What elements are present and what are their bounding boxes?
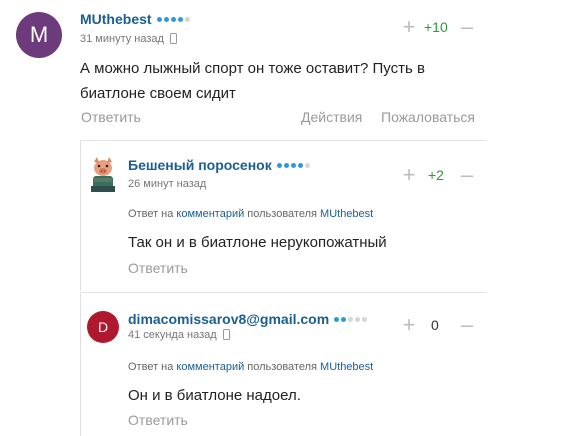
comment-text: А можно лыжный спорт он тоже оставит? Пу…: [80, 56, 425, 106]
avatar[interactable]: M: [16, 12, 62, 58]
reply-button[interactable]: Ответить: [81, 109, 141, 125]
vote-up-button[interactable]: +: [398, 314, 420, 336]
comment-text: Он и в биатлоне надоел.: [128, 387, 301, 404]
reply-to-comment-link[interactable]: комментарий: [176, 361, 244, 373]
reply-button[interactable]: Ответить: [128, 260, 188, 276]
vote-down-button[interactable]: –: [456, 164, 478, 186]
username-link[interactable]: dimacomissarov8@gmail.com: [128, 311, 329, 327]
reply-to-info: Ответ на комментарий пользователя MUtheb…: [128, 208, 373, 220]
thread-line: [80, 141, 81, 291]
rating-dot: [170, 17, 176, 22]
vote-down-button[interactable]: –: [456, 16, 478, 38]
comment-score: +10: [424, 19, 448, 35]
rating-dot: [355, 317, 361, 322]
rating-dot: [283, 163, 289, 168]
reply-to-user-link[interactable]: MUthebest: [320, 361, 373, 373]
mobile-icon: [222, 329, 230, 340]
comment-score: +2: [428, 167, 444, 183]
reply-to-user-link[interactable]: MUthebest: [320, 208, 373, 220]
user-rating-dots: [276, 163, 310, 168]
thread-line: [80, 293, 81, 436]
timestamp: 26 минут назад: [128, 178, 207, 190]
vote-up-button[interactable]: +: [398, 164, 420, 186]
reply-button[interactable]: Ответить: [128, 412, 188, 428]
rating-dot: [362, 317, 368, 322]
comment-time: 31 минуту назад: [80, 33, 177, 45]
reply-to-suffix: пользователя: [247, 208, 317, 220]
rating-dot: [334, 317, 340, 322]
avatar-letter: D: [97, 319, 109, 335]
timestamp: 31 минуту назад: [80, 33, 164, 45]
rating-dot: [276, 163, 282, 168]
user-rating-dots: [156, 17, 190, 22]
reply-to-prefix: Ответ на: [128, 361, 174, 373]
actions-button[interactable]: Действия: [301, 109, 362, 125]
username-link[interactable]: Бешеный поросенок: [128, 157, 272, 173]
divider: [80, 292, 486, 293]
vote-up-button[interactable]: +: [398, 16, 420, 38]
rating-dot: [177, 17, 183, 22]
rating-dot: [348, 317, 354, 322]
rating-dot: [341, 317, 347, 322]
avatar-letter: M: [29, 22, 49, 47]
report-button[interactable]: Пожаловаться: [381, 109, 475, 125]
vote-down-button[interactable]: –: [456, 314, 478, 336]
comment-header: dimacomissarov8@gmail.com: [128, 311, 368, 329]
comment-header: Бешеный поросенок: [128, 157, 310, 175]
rating-dot: [156, 17, 162, 22]
comment-text: Так он и в биатлоне нерукопожатный: [128, 234, 387, 251]
timestamp: 41 секунда назад: [128, 329, 217, 341]
comment-text-line: биатлоне своем сидит: [80, 85, 236, 102]
rating-dot: [163, 17, 169, 22]
reply-to-suffix: пользователя: [247, 361, 317, 373]
reply-to-info: Ответ на комментарий пользователя MUtheb…: [128, 361, 373, 373]
mobile-icon: [169, 33, 177, 44]
reply-to-prefix: Ответ на: [128, 208, 174, 220]
comment-header: MUthebest: [80, 11, 190, 29]
comment-score: 0: [431, 317, 439, 333]
comment-time: 41 секунда назад: [128, 329, 230, 341]
avatar[interactable]: D: [87, 311, 119, 343]
reply-to-comment-link[interactable]: комментарий: [176, 208, 244, 220]
divider: [80, 140, 486, 141]
rating-dot: [304, 163, 310, 168]
username-link[interactable]: MUthebest: [80, 11, 152, 27]
rating-dot: [297, 163, 303, 168]
pig-avatar-icon[interactable]: [88, 156, 118, 192]
rating-dot: [184, 17, 190, 22]
rating-dot: [290, 163, 296, 168]
comment-text-line: А можно лыжный спорт он тоже оставит? Пу…: [80, 60, 425, 77]
user-rating-dots: [334, 317, 368, 322]
